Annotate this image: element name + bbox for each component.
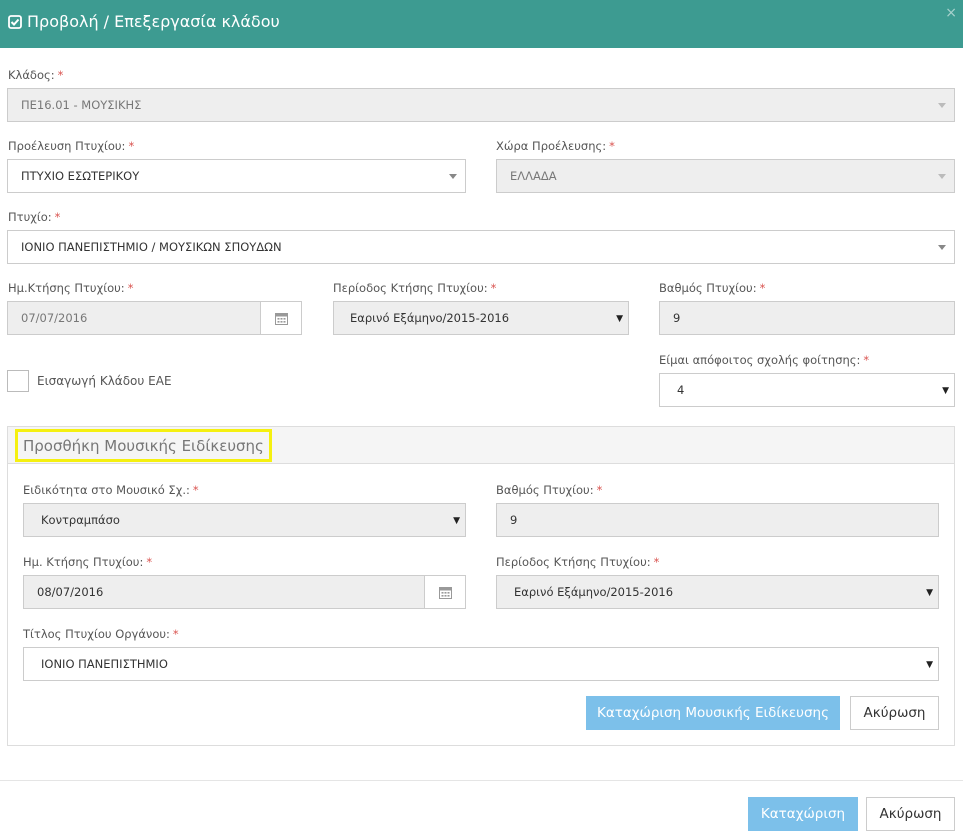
footer-divider bbox=[0, 780, 963, 781]
ptyxio-select[interactable]: ΙΟΝΙΟ ΠΑΝΕΠΙΣΤΗΜΙΟ / ΜΟΥΣΙΚΩΝ ΣΠΟΥΔΩΝ bbox=[7, 230, 955, 264]
klados-label: Κλάδος: * bbox=[8, 68, 64, 82]
music-date-label: Ημ. Κτήσης Πτυχίου: * bbox=[23, 555, 153, 569]
instrument-title-label: Τίτλος Πτυχίου Οργάνου: * bbox=[23, 627, 179, 641]
chevron-down-icon bbox=[938, 245, 946, 250]
triangle-down-icon: ▼ bbox=[926, 588, 933, 598]
dialog-header: Προβολή / Επεξεργασία κλάδου × bbox=[0, 0, 963, 48]
chevron-down-icon bbox=[938, 174, 946, 179]
triangle-down-icon: ▼ bbox=[942, 386, 949, 396]
grade-input[interactable]: 9 bbox=[659, 301, 955, 335]
save-button[interactable]: Καταχώριση bbox=[748, 797, 858, 831]
dialog-title-text: Προβολή / Επεξεργασία κλάδου bbox=[27, 12, 280, 31]
chevron-down-icon bbox=[449, 174, 457, 179]
eae-label: Εισαγωγή Κλάδου ΕΑΕ bbox=[37, 374, 172, 388]
ptyxio-value: ΙΟΝΙΟ ΠΑΝΕΠΙΣΤΗΜΙΟ / ΜΟΥΣΙΚΩΝ ΣΠΟΥΔΩΝ bbox=[21, 240, 282, 254]
grade-value: 9 bbox=[673, 311, 681, 325]
instrument-title-value: ΙΟΝΙΟ ΠΑΝΕΠΙΣΤΗΜΙΟ bbox=[41, 657, 168, 671]
period-value: Εαρινό Εξάμηνο/2015-2016 bbox=[350, 311, 510, 325]
triangle-down-icon: ▼ bbox=[453, 516, 460, 526]
music-specialty-select[interactable]: Κοντραμπάσο ▼ bbox=[23, 503, 466, 537]
instrument-title-select[interactable]: ΙΟΝΙΟ ΠΑΝΕΠΙΣΤΗΜΙΟ ▼ bbox=[23, 647, 939, 681]
calendar-icon bbox=[438, 586, 452, 599]
klados-value: ΠΕ16.01 - ΜΟΥΣΙΚΗΣ bbox=[21, 98, 142, 112]
calendar-icon bbox=[274, 312, 288, 325]
period-select[interactable]: Εαρινό Εξάμηνο/2015-2016 ▼ bbox=[333, 301, 629, 335]
music-period-select[interactable]: Εαρινό Εξάμηνο/2015-2016 ▼ bbox=[496, 575, 939, 609]
apofoitos-label: Είμαι απόφοιτος σχολής φοίτησης: * bbox=[659, 353, 870, 367]
cancel-music-specialization-button[interactable]: Ακύρωση bbox=[850, 696, 939, 730]
period-label: Περίοδος Κτήσης Πτυχίου: * bbox=[333, 281, 497, 295]
xora-value: ΕΛΛΑΔΑ bbox=[510, 169, 557, 183]
dialog-title: Προβολή / Επεξεργασία κλάδου bbox=[8, 12, 280, 32]
date-label: Ημ.Κτήσης Πτυχίου: * bbox=[8, 281, 134, 295]
panel-title: Προσθήκη Μουσικής Ειδίκευσης bbox=[15, 429, 272, 462]
proeleusi-select[interactable]: ΠΤΥΧΙΟ ΕΣΩΤΕΡΙΚΟΥ bbox=[7, 159, 466, 193]
save-music-specialization-button[interactable]: Καταχώριση Μουσικής Ειδίκευσης bbox=[586, 696, 840, 730]
panel-heading: Προσθήκη Μουσικής Ειδίκευσης bbox=[8, 427, 954, 464]
music-specialty-value: Κοντραμπάσο bbox=[41, 513, 120, 527]
triangle-down-icon: ▼ bbox=[926, 660, 933, 670]
music-period-label: Περίοδος Κτήσης Πτυχίου: * bbox=[496, 555, 660, 569]
cancel-button[interactable]: Ακύρωση bbox=[866, 797, 955, 831]
check-square-icon bbox=[8, 15, 22, 29]
proeleusi-value: ΠΤΥΧΙΟ ΕΣΩΤΕΡΙΚΟΥ bbox=[21, 169, 140, 183]
xora-label: Χώρα Προέλευσης: * bbox=[496, 139, 615, 153]
apofoitos-select[interactable]: 4 ▼ bbox=[659, 373, 955, 407]
music-grade-input[interactable]: 9 bbox=[496, 503, 939, 537]
close-icon[interactable]: × bbox=[945, 5, 957, 21]
music-grade-label: Βαθμός Πτυχίου: * bbox=[496, 483, 603, 497]
date-value: 07/07/2016 bbox=[21, 311, 88, 325]
music-date-value: 08/07/2016 bbox=[37, 585, 104, 599]
music-period-value: Εαρινό Εξάμηνο/2015-2016 bbox=[514, 585, 674, 599]
grade-label: Βαθμός Πτυχίου: * bbox=[659, 281, 766, 295]
eae-checkbox[interactable] bbox=[7, 370, 29, 392]
music-date-calendar-button[interactable] bbox=[425, 575, 466, 609]
music-grade-value: 9 bbox=[510, 513, 518, 527]
ptyxio-label: Πτυχίο: * bbox=[8, 210, 61, 224]
music-specialty-label: Ειδικότητα στο Μουσικό Σχ.: * bbox=[23, 483, 199, 497]
date-calendar-button[interactable] bbox=[261, 301, 302, 335]
triangle-down-icon: ▼ bbox=[616, 314, 623, 324]
klados-select[interactable]: ΠΕ16.01 - ΜΟΥΣΙΚΗΣ bbox=[7, 88, 955, 122]
chevron-down-icon bbox=[938, 103, 946, 108]
apofoitos-value: 4 bbox=[677, 383, 685, 397]
proeleusi-label: Προέλευση Πτυχίου: * bbox=[8, 139, 135, 153]
xora-select[interactable]: ΕΛΛΑΔΑ bbox=[496, 159, 955, 193]
music-date-input[interactable]: 08/07/2016 bbox=[23, 575, 425, 609]
date-input[interactable]: 07/07/2016 bbox=[7, 301, 261, 335]
